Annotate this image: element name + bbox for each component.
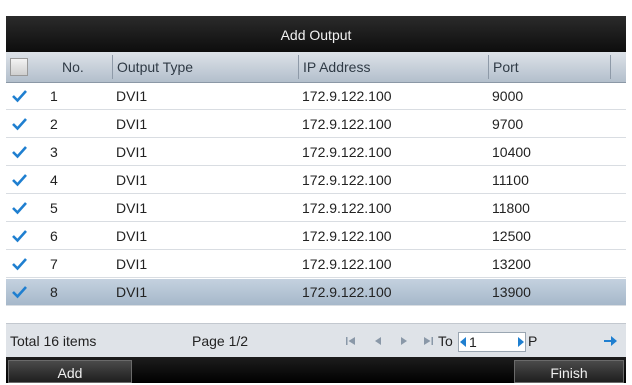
page-indicator: Page 1/2 [192,333,249,349]
table-row[interactable]: 4 DVI1 172.9.122.100 11100 [6,167,626,194]
to-label: To [438,333,453,349]
table-header: No. Output Type IP Address Port [6,52,626,83]
output-type-cell: DVI1 [116,284,148,300]
port-cell: 12500 [492,228,531,244]
prev-page-icon[interactable] [374,336,382,346]
output-type-cell: DVI1 [116,144,148,160]
finish-button[interactable]: Finish [514,360,624,383]
checkmark-icon[interactable] [12,201,28,215]
column-header-ip-address[interactable]: IP Address [298,55,488,79]
column-header-output-type[interactable]: Output Type [112,55,298,79]
last-page-icon[interactable] [424,336,434,346]
table-row[interactable]: 1 DVI1 172.9.122.100 9000 [6,83,626,110]
table-row[interactable]: 8 DVI1 172.9.122.100 13900 [6,279,626,306]
ip-address-cell: 172.9.122.100 [302,88,392,104]
row-number: 6 [50,228,58,244]
ip-address-cell: 172.9.122.100 [302,200,392,216]
go-arrow-icon[interactable] [604,336,618,346]
dialog-title: Add Output [6,16,626,52]
total-items-text: Total 16 items [10,333,97,349]
checkmark-icon[interactable] [12,173,28,187]
port-cell: 13200 [492,256,531,272]
checkmark-icon[interactable] [12,117,28,131]
ip-address-cell: 172.9.122.100 [302,228,392,244]
row-number: 1 [50,88,58,104]
bottom-button-bar: Add Finish [6,357,626,383]
add-output-dialog: Add Output No. Output Type IP Address Po… [6,16,626,383]
page-number-input[interactable]: 1 [458,332,526,352]
checkmark-icon[interactable] [12,285,28,299]
row-number: 3 [50,144,58,160]
next-page-icon[interactable] [400,336,408,346]
table-row[interactable]: 3 DVI1 172.9.122.100 10400 [6,139,626,166]
checkmark-icon[interactable] [12,89,28,103]
output-table: No. Output Type IP Address Port 1 DVI1 172… [6,52,626,323]
output-type-cell: DVI1 [116,256,148,272]
spin-increment-icon[interactable] [518,337,524,347]
row-number: 5 [50,200,58,216]
port-cell: 13900 [492,284,531,300]
port-cell: 11800 [492,200,530,216]
ip-address-cell: 172.9.122.100 [302,116,392,132]
row-number: 7 [50,256,58,272]
table-row[interactable]: 5 DVI1 172.9.122.100 11800 [6,195,626,222]
table-row[interactable]: 7 DVI1 172.9.122.100 13200 [6,251,626,278]
column-header-spacer [610,55,626,79]
row-number: 4 [50,172,58,188]
table-row[interactable]: 6 DVI1 172.9.122.100 12500 [6,223,626,250]
first-page-icon[interactable] [346,336,356,346]
port-cell: 9000 [492,88,524,104]
port-cell: 10400 [492,144,531,160]
output-type-cell: DVI1 [116,228,148,244]
column-header-no[interactable]: No. [32,55,112,79]
output-type-cell: DVI1 [116,200,148,216]
output-type-cell: DVI1 [116,116,148,132]
spin-decrement-icon[interactable] [460,337,466,347]
pagination-bar: Total 16 items Page 1/2 To 1 P [6,323,626,358]
add-button[interactable]: Add [8,360,132,383]
row-number: 8 [50,284,58,300]
ip-address-cell: 172.9.122.100 [302,144,392,160]
p-label: P [528,333,538,349]
output-type-cell: DVI1 [116,88,148,104]
output-type-cell: DVI1 [116,172,148,188]
select-all-checkbox[interactable] [10,58,28,76]
checkmark-icon[interactable] [12,229,28,243]
port-cell: 9700 [492,116,524,132]
checkmark-icon[interactable] [12,145,28,159]
checkmark-icon[interactable] [12,257,28,271]
column-header-port[interactable]: Port [488,55,610,79]
table-row[interactable]: 2 DVI1 172.9.122.100 9700 [6,111,626,138]
ip-address-cell: 172.9.122.100 [302,256,392,272]
row-number: 2 [50,116,58,132]
ip-address-cell: 172.9.122.100 [302,284,392,300]
page-number-value[interactable]: 1 [469,333,477,351]
port-cell: 11100 [492,172,529,188]
ip-address-cell: 172.9.122.100 [302,172,392,188]
